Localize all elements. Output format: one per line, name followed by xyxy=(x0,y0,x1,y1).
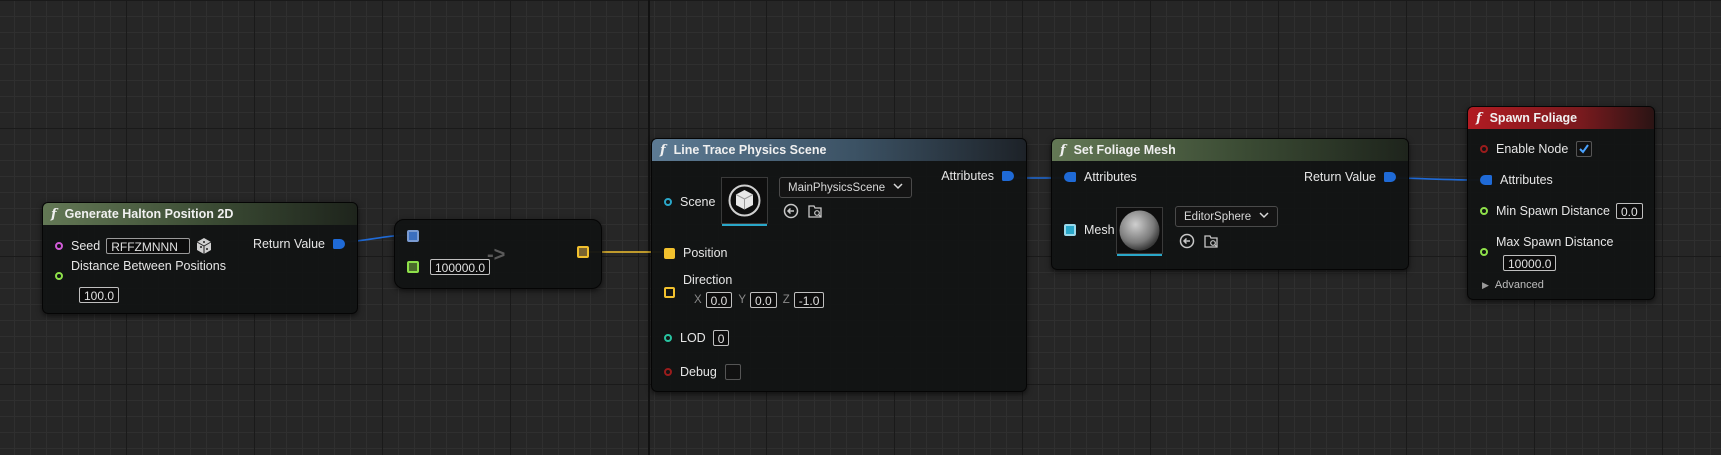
distance-pin[interactable] xyxy=(55,272,63,280)
use-selected-icon[interactable] xyxy=(783,203,799,219)
scene-pin[interactable] xyxy=(664,198,672,206)
debug-label: Debug xyxy=(680,365,717,379)
attributes-output-pin[interactable] xyxy=(1002,171,1014,181)
node-set-foliage-mesh[interactable]: f Set Foliage Mesh Attributes Return Val… xyxy=(1051,138,1409,270)
node-title: Set Foliage Mesh xyxy=(1073,143,1176,157)
distance-field[interactable]: 100.0 xyxy=(79,287,120,303)
chevron-down-icon xyxy=(893,182,903,193)
node-conversion[interactable]: 100000.0 -> xyxy=(394,219,602,289)
browse-icon[interactable] xyxy=(1203,233,1219,249)
cube-icon xyxy=(728,184,761,217)
max-spawn-distance-label: Max Spawn Distance xyxy=(1496,235,1614,249)
return-value-label: Return Value xyxy=(252,237,325,251)
position-label: Position xyxy=(683,246,728,260)
y-label: Y xyxy=(738,294,747,306)
return-value-pin[interactable] xyxy=(1384,172,1396,182)
function-icon: f xyxy=(1060,142,1066,158)
return-value-label: Return Value xyxy=(1303,170,1376,184)
conversion-input-pin[interactable] xyxy=(407,230,419,242)
scene-dropdown[interactable]: MainPhysicsScene xyxy=(779,177,913,198)
direction-pin[interactable] xyxy=(664,287,675,298)
sphere-icon xyxy=(1119,210,1160,251)
max-spawn-distance-field[interactable]: 10000.0 xyxy=(1503,255,1557,271)
mesh-label: Mesh xyxy=(1084,223,1115,237)
max-spawn-distance-pin[interactable] xyxy=(1480,248,1488,256)
lod-pin[interactable] xyxy=(664,334,672,342)
node-title: Generate Halton Position 2D xyxy=(64,207,234,221)
node-generate-halton[interactable]: f Generate Halton Position 2D Seed RFFZM… xyxy=(42,202,358,314)
mesh-pin[interactable] xyxy=(1064,224,1076,236)
mesh-thumbnail[interactable] xyxy=(1116,207,1163,256)
enable-node-pin[interactable] xyxy=(1480,145,1488,153)
debug-checkbox[interactable] xyxy=(724,364,741,380)
min-spawn-distance-pin[interactable] xyxy=(1480,207,1488,215)
dice-icon[interactable] xyxy=(195,237,213,255)
advanced-label: Advanced xyxy=(1494,279,1544,291)
z-label: Z xyxy=(782,294,790,306)
function-icon: f xyxy=(660,142,666,158)
direction-y-field[interactable]: 0.0 xyxy=(750,292,777,308)
browse-icon[interactable] xyxy=(807,203,823,219)
attributes-label: Attributes xyxy=(1500,173,1553,187)
x-label: X xyxy=(694,294,702,306)
checkmark-icon xyxy=(1579,144,1590,154)
advanced-toggle[interactable]: ▶ Advanced xyxy=(1482,279,1544,291)
node-header[interactable]: f Line Trace Physics Scene xyxy=(652,139,1026,161)
function-icon: f xyxy=(51,206,57,222)
seed-label: Seed xyxy=(71,239,101,253)
mesh-dropdown[interactable]: EditorSphere xyxy=(1175,206,1279,227)
conversion-output-pin[interactable] xyxy=(577,246,589,258)
distance-label: Distance Between Positions xyxy=(71,259,226,273)
conversion-value-field[interactable]: 100000.0 xyxy=(430,259,491,275)
attributes-label: Attributes xyxy=(941,169,994,183)
mesh-dropdown-value: EditorSphere xyxy=(1184,210,1252,223)
attributes-input-pin[interactable] xyxy=(1480,175,1492,185)
node-header[interactable]: f Spawn Foliage xyxy=(1468,107,1654,129)
node-title: Spawn Foliage xyxy=(1489,111,1578,125)
min-spawn-distance-field[interactable]: 0.0 xyxy=(1615,203,1643,219)
node-spawn-foliage[interactable]: f Spawn Foliage Enable Node Attributes M… xyxy=(1467,106,1655,300)
expand-triangle-icon: ▶ xyxy=(1482,279,1489,290)
min-spawn-distance-label: Min Spawn Distance xyxy=(1496,204,1610,218)
lod-label: LOD xyxy=(680,331,706,345)
function-icon: f xyxy=(1476,110,1482,126)
direction-x-field[interactable]: 0.0 xyxy=(705,292,733,308)
seed-field[interactable]: RFFZMNNN xyxy=(106,238,191,254)
node-title: Line Trace Physics Scene xyxy=(673,143,827,157)
scene-dropdown-value: MainPhysicsScene xyxy=(788,181,886,194)
use-selected-icon[interactable] xyxy=(1179,233,1195,249)
node-header[interactable]: f Set Foliage Mesh xyxy=(1052,139,1408,161)
enable-node-label: Enable Node xyxy=(1496,142,1569,156)
enable-node-checkbox[interactable] xyxy=(1576,141,1593,157)
return-value-pin[interactable] xyxy=(333,239,345,249)
direction-label: Direction xyxy=(683,272,733,287)
direction-z-field[interactable]: -1.0 xyxy=(793,292,825,308)
attributes-label: Attributes xyxy=(1084,170,1137,184)
lod-field[interactable]: 0 xyxy=(712,330,730,346)
conversion-float-pin[interactable] xyxy=(407,261,419,273)
debug-pin[interactable] xyxy=(664,368,672,376)
chevron-down-icon xyxy=(1259,211,1269,222)
scene-label: Scene xyxy=(680,195,716,209)
attributes-input-pin[interactable] xyxy=(1064,172,1076,182)
seed-pin[interactable] xyxy=(55,242,63,250)
node-line-trace[interactable]: f Line Trace Physics Scene Scene MainPhy… xyxy=(651,138,1027,392)
position-pin[interactable] xyxy=(664,247,675,259)
node-header[interactable]: f Generate Halton Position 2D xyxy=(43,203,357,225)
scene-thumbnail[interactable] xyxy=(721,177,768,226)
conversion-arrow: -> xyxy=(487,244,506,266)
